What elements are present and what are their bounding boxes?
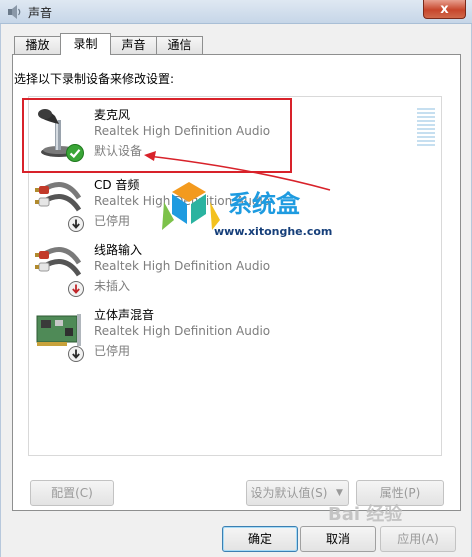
close-button[interactable]: x: [423, 0, 466, 19]
device-name: 线路输入: [94, 243, 143, 257]
device-item-line-in[interactable]: 线路输入 Realtek High Definition Audio 未插入: [30, 239, 440, 301]
device-status: 未插入: [94, 279, 131, 293]
watermark-logo: 系统盒 www.xitonghe.com: [150, 178, 360, 248]
device-status: 已停用: [94, 214, 131, 228]
ok-button[interactable]: 确定: [222, 526, 298, 552]
tab-playback[interactable]: 播放: [14, 36, 61, 54]
device-driver: Realtek High Definition Audio: [94, 324, 271, 338]
tab-communications[interactable]: 通信: [156, 36, 203, 54]
device-item-stereo-mix[interactable]: 立体声混音 Realtek High Definition Audio 已停用: [30, 304, 440, 366]
device-driver: Realtek High Definition Audio: [94, 259, 271, 273]
down-arrow-badge-icon: [68, 346, 84, 365]
tab-recording[interactable]: 录制: [60, 33, 111, 55]
title-bar[interactable]: 声音 x: [0, 0, 472, 24]
tab-sounds[interactable]: 声音: [110, 36, 157, 54]
close-icon: x: [440, 1, 449, 17]
cancel-button[interactable]: 取消: [300, 526, 376, 552]
baidu-watermark: Bai 经验: [328, 504, 403, 525]
apply-button[interactable]: 应用(A): [380, 526, 456, 552]
chevron-down-icon: ▼: [336, 488, 343, 498]
window-title: 声音: [28, 6, 53, 20]
speaker-icon: [6, 4, 22, 20]
down-arrow-badge-icon: [68, 281, 84, 300]
watermark-url: www.xitonghe.com: [214, 225, 333, 238]
configure-button[interactable]: 配置(C): [30, 480, 114, 506]
device-name: 立体声混音: [94, 308, 155, 322]
device-status: 已停用: [94, 344, 131, 358]
set-default-button[interactable]: 设为默认值(S): [246, 480, 332, 506]
down-arrow-badge-icon: [68, 216, 84, 235]
watermark-brand: 系统盒: [228, 190, 300, 218]
panel-instruction: 选择以下录制设备来修改设置:: [14, 72, 175, 86]
